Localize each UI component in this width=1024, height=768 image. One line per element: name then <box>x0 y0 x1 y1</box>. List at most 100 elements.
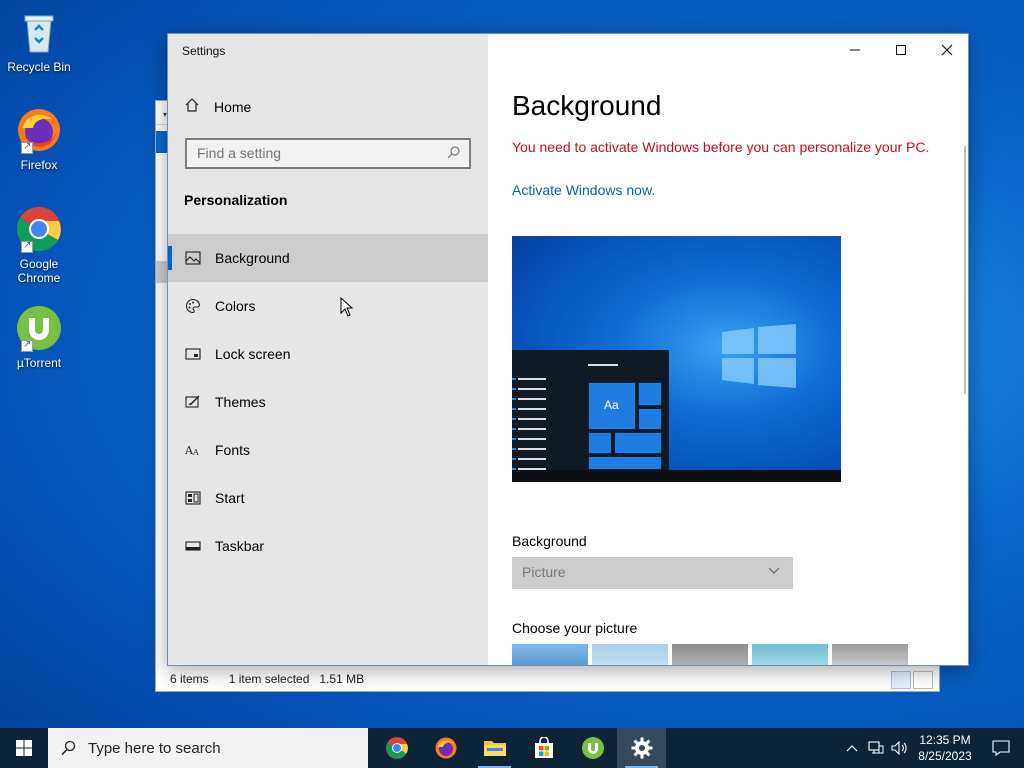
background-type-dropdown[interactable]: Picture <box>512 557 793 589</box>
settings-content: Background You need to activate Windows … <box>488 34 968 665</box>
nav-item-background[interactable]: Background <box>168 234 488 282</box>
close-button[interactable] <box>924 34 968 66</box>
nav-item-label: Background <box>215 250 290 266</box>
taskbar-search-box[interactable]: Type here to search <box>48 728 368 768</box>
page-title: Background <box>512 90 662 121</box>
settings-search-input[interactable] <box>197 145 437 161</box>
file-explorer-icon <box>483 741 506 756</box>
chrome-icon <box>385 737 408 759</box>
action-center-button[interactable] <box>978 728 1024 768</box>
volume-button[interactable] <box>888 728 912 768</box>
close-icon <box>941 44 953 56</box>
taskbar-settings[interactable] <box>617 728 666 768</box>
minimize-icon <box>850 49 860 51</box>
desktop-icon-recycle-bin[interactable]: Recycle Bin <box>4 8 74 74</box>
picture-thumbnail[interactable] <box>832 644 908 665</box>
picture-thumbnail[interactable] <box>592 644 668 665</box>
chevron-down-icon <box>767 563 781 580</box>
choose-picture-label: Choose your picture <box>512 620 638 636</box>
preview-taskbar <box>512 470 841 482</box>
selection-size: 1.51 MB <box>319 672 365 686</box>
background-label: Background <box>512 533 587 549</box>
desktop-icon-utorrent[interactable]: µTorrent <box>4 304 74 370</box>
window-title: Settings <box>182 44 226 58</box>
picture-thumbnail[interactable] <box>752 644 828 665</box>
nav-item-label: Themes <box>215 394 266 410</box>
desktop-icon-label: Google Chrome <box>17 257 61 285</box>
large-icons-view-button[interactable] <box>913 671 933 689</box>
content-scrollbar[interactable] <box>964 146 966 394</box>
start-icon <box>184 490 201 507</box>
nav-item-fonts[interactable]: AA Fonts <box>168 426 488 474</box>
settings-icon <box>631 737 652 759</box>
desktop-icon-firefox[interactable]: Firefox <box>4 106 74 172</box>
maximize-button[interactable] <box>878 34 924 66</box>
picture-thumbnail[interactable] <box>512 644 588 665</box>
utorrent-icon <box>15 304 63 352</box>
network-button[interactable] <box>864 728 888 768</box>
item-count: 6 items <box>170 672 209 686</box>
windows-start-icon <box>16 740 32 756</box>
picture-icon <box>184 250 201 267</box>
recycle-bin-icon <box>15 8 63 56</box>
notification-icon <box>992 740 1010 756</box>
nav-item-label: Lock screen <box>215 346 291 362</box>
nav-item-label: Taskbar <box>215 538 265 554</box>
nav-home[interactable]: Home <box>184 97 251 116</box>
nav-item-label: Start <box>215 490 245 506</box>
nav-item-label: Fonts <box>215 442 251 458</box>
taskbar-chrome[interactable] <box>372 728 421 768</box>
explorer-status-bar: 6 items 1 item selected 1.51 MB <box>156 667 939 691</box>
settings-window[interactable]: Settings Home Personalization Background <box>167 33 969 666</box>
desktop-icon-label: µTorrent <box>16 356 62 370</box>
clock[interactable]: 12:35 PM 8/25/2023 <box>912 732 978 764</box>
desktop-icon-label: Recycle Bin <box>7 60 71 74</box>
firefox-icon <box>15 106 63 154</box>
start-button[interactable] <box>0 728 48 768</box>
taskbar-search-placeholder: Type here to search <box>88 739 221 757</box>
preview-sample-text: Aa <box>604 398 619 412</box>
taskbar: Type here to search 12:35 PM 8/25/2023 <box>0 728 1024 768</box>
fonts-icon: AA <box>184 442 201 459</box>
settings-sidebar: Settings Home Personalization Background <box>168 34 488 665</box>
taskbar-file-explorer[interactable] <box>470 728 519 768</box>
nav-item-start[interactable]: Start <box>168 474 488 522</box>
section-title: Personalization <box>184 192 288 208</box>
settings-search[interactable] <box>185 138 471 169</box>
minimize-button[interactable] <box>832 34 878 66</box>
details-view-button[interactable] <box>891 671 911 689</box>
system-tray: 12:35 PM 8/25/2023 <box>840 728 1024 768</box>
clock-date: 8/25/2023 <box>918 749 972 763</box>
search-icon <box>447 145 461 162</box>
activate-windows-link[interactable]: Activate Windows now. <box>512 182 655 198</box>
taskbar-apps <box>372 728 666 768</box>
desktop-icon-chrome[interactable]: Google Chrome <box>4 205 74 285</box>
search-icon <box>61 740 76 756</box>
picture-thumbnails <box>512 644 908 665</box>
show-hidden-icons-button[interactable] <box>840 728 864 768</box>
activation-warning: You need to activate Windows before you … <box>512 139 930 155</box>
nav-item-themes[interactable]: Themes <box>168 378 488 426</box>
taskbar-utorrent[interactable] <box>568 728 617 768</box>
taskbar-store[interactable] <box>519 728 568 768</box>
svg-text:A: A <box>192 448 199 457</box>
selection-count: 1 item selected <box>228 672 310 686</box>
network-icon <box>868 741 884 754</box>
clock-time: 12:35 PM <box>919 733 971 747</box>
themes-icon <box>184 394 201 411</box>
volume-icon <box>891 741 907 755</box>
firefox-icon <box>435 737 456 759</box>
preview-start-menu: Aa <box>512 350 669 470</box>
desktop-icon-label: Firefox <box>20 158 58 172</box>
nav-list: Background Colors Lock screen Themes A A… <box>168 234 488 570</box>
background-preview: Aa <box>512 236 841 482</box>
chrome-icon <box>15 205 63 253</box>
nav-item-label: Colors <box>215 298 256 314</box>
nav-item-taskbar[interactable]: Taskbar <box>168 522 488 570</box>
palette-icon <box>184 298 201 315</box>
picture-thumbnail[interactable] <box>672 644 748 665</box>
nav-item-colors[interactable]: Colors <box>168 282 488 330</box>
taskbar-firefox[interactable] <box>421 728 470 768</box>
nav-item-lock-screen[interactable]: Lock screen <box>168 330 488 378</box>
mouse-cursor-icon <box>340 297 354 317</box>
